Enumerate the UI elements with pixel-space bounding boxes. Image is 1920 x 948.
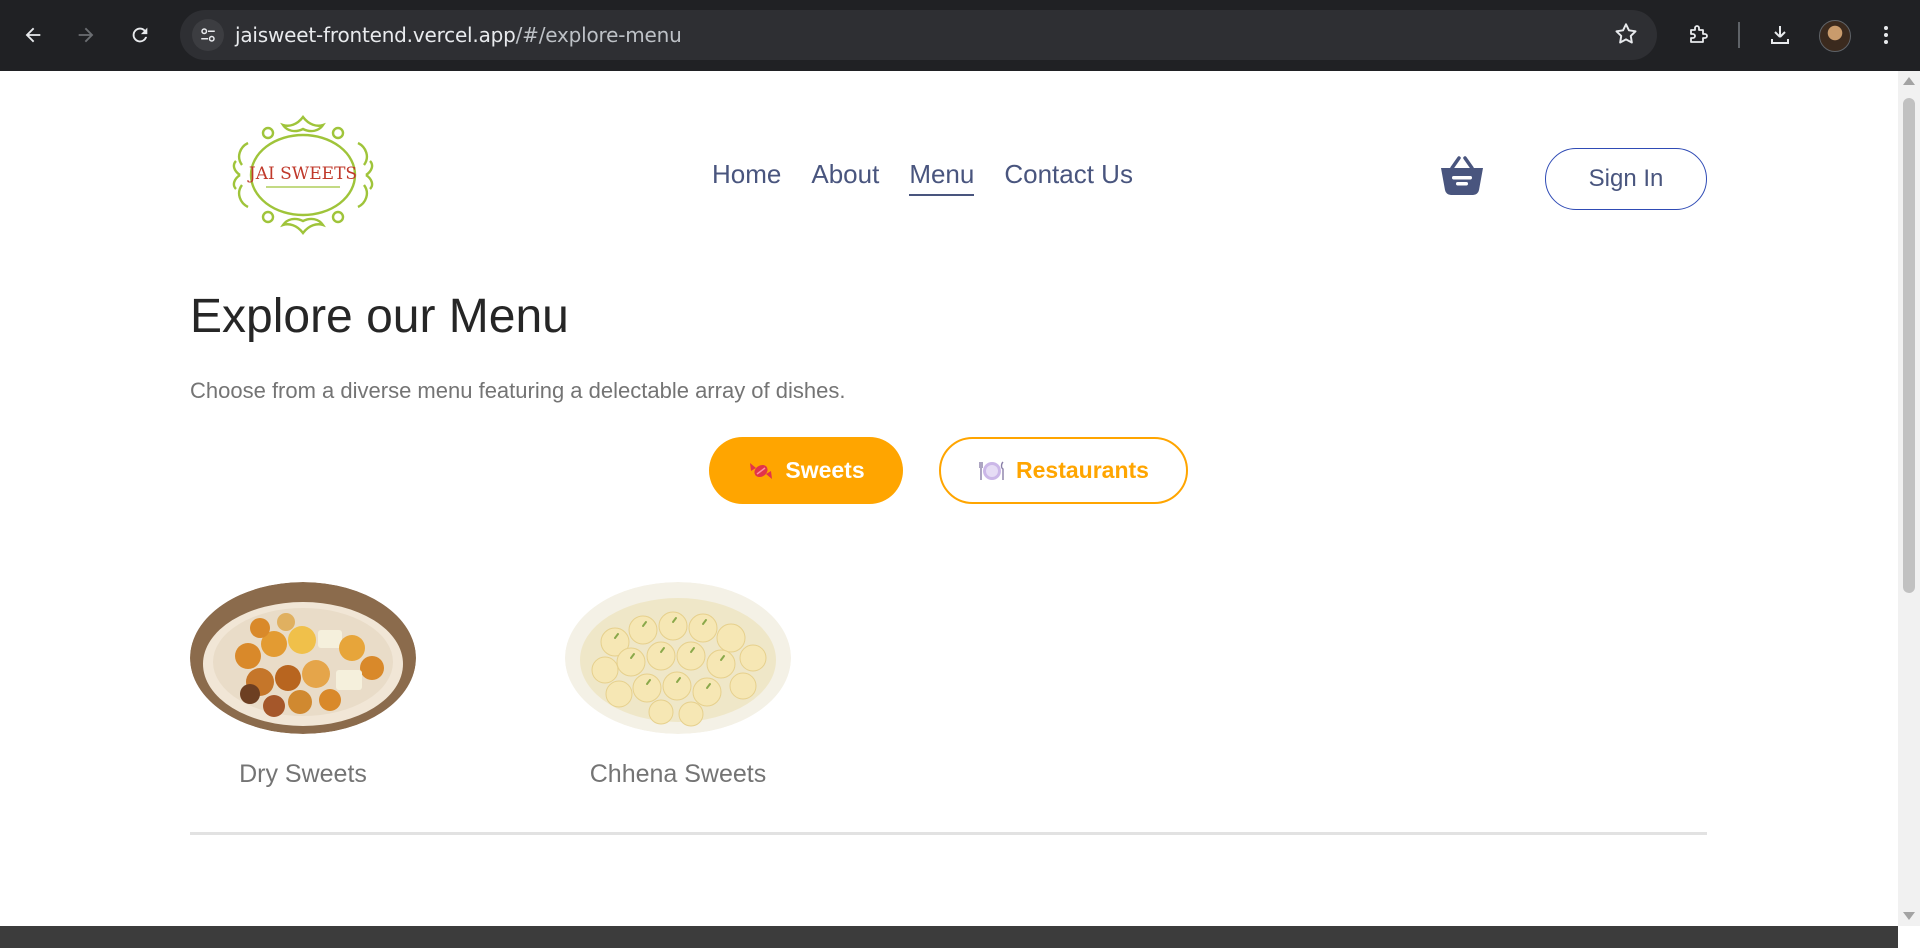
- category-label: Dry Sweets: [239, 760, 367, 788]
- browser-menu-button[interactable]: [1868, 17, 1904, 53]
- plate-icon: [979, 461, 1004, 480]
- scroll-up-arrow-icon[interactable]: [1903, 77, 1915, 85]
- basket-icon[interactable]: [1438, 151, 1486, 199]
- scroll-down-arrow-icon[interactable]: [1903, 912, 1915, 920]
- tab-restaurants[interactable]: Restaurants: [939, 437, 1188, 504]
- category-label: Chhena Sweets: [589, 760, 767, 788]
- back-button[interactable]: [15, 17, 51, 53]
- profile-avatar[interactable]: [1819, 20, 1851, 52]
- sign-in-button[interactable]: Sign In: [1545, 148, 1707, 210]
- url-path: /#/explore-menu: [515, 23, 682, 47]
- address-bar[interactable]: jaisweet-frontend.vercel.app/#/explore-m…: [180, 10, 1657, 60]
- download-icon: [1771, 26, 1789, 44]
- extensions-button[interactable]: [1681, 17, 1717, 53]
- site-info-button[interactable]: [192, 19, 224, 51]
- menu-category-chhena-sweets[interactable]: Chhena Sweets: [565, 582, 791, 789]
- page-title: Explore our Menu: [190, 290, 569, 343]
- star-icon: [1615, 23, 1637, 44]
- page-scrollbar[interactable]: [1898, 71, 1920, 926]
- browser-toolbar: jaisweet-frontend.vercel.app/#/explore-m…: [0, 0, 1920, 71]
- bottom-bar: [0, 926, 1898, 948]
- bookmark-button[interactable]: [1613, 21, 1639, 51]
- tab-restaurants-label: Restaurants: [1016, 457, 1149, 483]
- menu-category-dry-sweets[interactable]: Dry Sweets: [190, 582, 416, 789]
- nav-about[interactable]: About: [811, 159, 879, 196]
- forward-button[interactable]: [68, 17, 104, 53]
- page-viewport: JAI SWEETS Home About Menu Contact Us Si…: [0, 71, 1898, 926]
- more-vert-icon: [1884, 26, 1888, 44]
- chhena-sweets-image: [565, 582, 791, 734]
- arrow-left-icon: [25, 27, 41, 43]
- nav-contact-us[interactable]: Contact Us: [1004, 159, 1133, 196]
- url-host: jaisweet-frontend.vercel.app: [235, 23, 516, 47]
- nav-menu[interactable]: Menu: [909, 159, 975, 196]
- jai-sweets-logo[interactable]: JAI SWEETS: [228, 113, 378, 237]
- page-subtitle: Choose from a diverse menu featuring a d…: [190, 378, 846, 403]
- url-text[interactable]: jaisweet-frontend.vercel.app/#/explore-m…: [235, 23, 682, 47]
- section-divider: [190, 832, 1707, 835]
- tab-sweets-label: Sweets: [785, 457, 865, 483]
- arrow-right-icon: [78, 27, 94, 43]
- scrollbar-thumb[interactable]: [1903, 98, 1915, 593]
- logo-wordmark: JAI SWEETS: [247, 164, 357, 184]
- main-nav: Home About Menu Contact Us: [712, 159, 1133, 196]
- downloads-button[interactable]: [1762, 17, 1798, 53]
- nav-home[interactable]: Home: [712, 159, 781, 196]
- reload-button[interactable]: [122, 17, 158, 53]
- toolbar-separator: [1738, 22, 1740, 48]
- dry-sweets-image: [190, 582, 416, 734]
- tune-icon: [201, 28, 215, 42]
- tab-sweets[interactable]: Sweets: [709, 437, 903, 504]
- candy-icon: [750, 462, 773, 479]
- puzzle-icon: [1690, 25, 1708, 43]
- reload-icon: [132, 27, 148, 43]
